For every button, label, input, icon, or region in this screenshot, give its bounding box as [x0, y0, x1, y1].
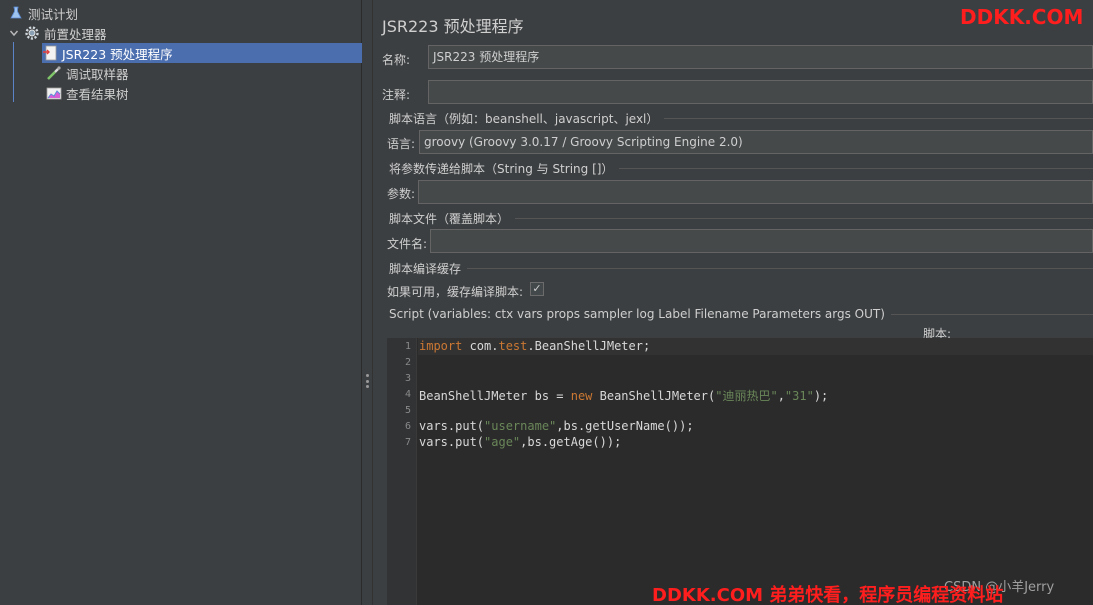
pipette-icon [46, 65, 62, 81]
tree-item-label: 查看结果树 [66, 86, 129, 102]
script-cache-section: 脚本编译缓存 [389, 261, 1093, 276]
line-number: 3 [404, 373, 411, 384]
script-file-icon [42, 45, 58, 61]
tree-item-debug-sampler[interactable]: 调试取样器 [46, 63, 129, 83]
line-number: 4 [404, 389, 411, 400]
name-input[interactable]: JSR223 预处理程序 [428, 45, 1093, 69]
test-plan-tree: 测试计划 前置处理器 JSR223 预处理程序 调试取样器 查看结果树 [0, 0, 362, 605]
section-title: 脚本文件（覆盖脚本） [389, 211, 510, 226]
section-title: 将参数传递给脚本（String 与 String []） [389, 161, 614, 176]
section-title: 脚本编译缓存 [389, 261, 462, 276]
language-label: 语言: [387, 137, 416, 151]
tree-item-jsr223-preprocessor[interactable]: JSR223 预处理程序 [42, 43, 362, 63]
comment-label: 注释: [382, 88, 411, 102]
line-number: 7 [404, 437, 411, 448]
chevron-down-icon[interactable] [8, 25, 20, 41]
filename-label: 文件名: [387, 237, 428, 251]
code-line: vars.put("username",bs.getUserName()); [419, 419, 694, 433]
tree-item-label: 前置处理器 [44, 26, 107, 42]
tree-item-view-results-tree[interactable]: 查看结果树 [46, 83, 129, 103]
tree-item-label: JSR223 预处理程序 [62, 46, 173, 62]
splitter-grip-icon[interactable] [366, 374, 369, 388]
comment-input[interactable] [428, 80, 1093, 104]
line-number: 5 [404, 405, 411, 416]
name-label: 名称: [382, 53, 411, 67]
tree-guide-line [13, 42, 14, 102]
script-editor[interactable]: 1 2 3 4 5 6 7 import com.test.BeanShellJ… [387, 338, 1093, 605]
gear-icon [24, 25, 40, 41]
tree-item-test-plan[interactable]: 测试计划 [8, 3, 78, 23]
script-section: Script (variables: ctx vars props sample… [389, 307, 1093, 321]
chart-tree-icon [46, 85, 62, 101]
filename-input[interactable] [430, 229, 1093, 253]
cache-compiled-checkbox[interactable]: ✓ [530, 282, 544, 296]
pane-splitter[interactable] [362, 0, 373, 605]
code-line: vars.put("age",bs.getAge()); [419, 435, 622, 449]
script-file-section: 脚本文件（覆盖脚本） [389, 211, 1093, 226]
parameters-section: 将参数传递给脚本（String 与 String []） [389, 161, 1093, 176]
jsr223-config-panel: JSR223 预处理程序 名称: JSR223 预处理程序 注释: 脚本语言（例… [373, 0, 1093, 605]
code-line: BeanShellJMeter bs = new BeanShellJMeter… [419, 389, 829, 403]
watermark-top: DDKK.COM [960, 5, 1084, 29]
panel-title: JSR223 预处理程序 [382, 17, 524, 36]
parameters-label: 参数: [387, 187, 416, 201]
line-number: 6 [404, 421, 411, 432]
code-line: import com.test.BeanShellJMeter; [419, 339, 651, 353]
line-number-gutter: 1 2 3 4 5 6 7 [387, 338, 417, 605]
line-number: 2 [404, 357, 411, 368]
section-title: Script (variables: ctx vars props sample… [389, 307, 885, 321]
cache-label: 如果可用，缓存编译脚本: [387, 285, 524, 299]
tree-item-preprocessors[interactable]: 前置处理器 [8, 23, 107, 43]
tree-item-label: 测试计划 [28, 6, 79, 22]
flask-icon [8, 5, 24, 21]
section-title: 脚本语言（例如：beanshell、javascript、jexl） [389, 111, 659, 126]
watermark-bottom: DDKK.COM 弟弟快看，程序员编程资料站 [652, 585, 1004, 605]
tree-item-label: 调试取样器 [66, 66, 129, 82]
parameters-input[interactable] [418, 180, 1093, 204]
script-language-section: 脚本语言（例如：beanshell、javascript、jexl） [389, 111, 1093, 126]
language-select[interactable]: groovy (Groovy 3.0.17 / Groovy Scripting… [419, 130, 1093, 154]
line-number: 1 [404, 341, 411, 352]
